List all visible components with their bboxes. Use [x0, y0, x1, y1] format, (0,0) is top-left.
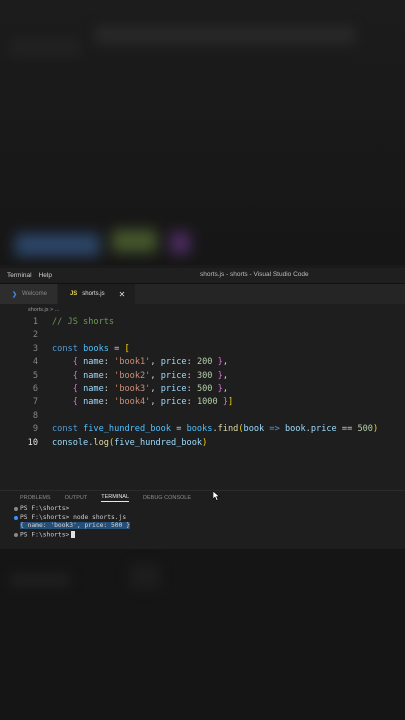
code-token: == [341, 424, 353, 435]
blurred-bar [130, 564, 160, 589]
title-bar: Terminal Help shorts.js - shorts - Visua… [0, 268, 405, 284]
code-token: 'book1' [114, 357, 151, 368]
code-token: console [52, 437, 89, 448]
code-token: price [160, 370, 187, 381]
code-token: 200 [196, 357, 213, 368]
terminal-line: PS F:\shorts> [14, 505, 405, 514]
code-line: 9 const five_hundred_book = books.find(bo… [0, 423, 378, 436]
code-token: 1000 [196, 397, 218, 408]
code-line-current: 10 console.log(five_hundred_book) [0, 437, 208, 450]
status-dot-icon [14, 532, 18, 537]
tab-output[interactable]: OUTPUT [65, 495, 88, 501]
code-token: log [93, 437, 109, 448]
terminal-command: node shorts.js [73, 513, 127, 521]
blurred-background-bottom [0, 549, 405, 720]
terminal[interactable]: PS F:\shorts> PS F:\shorts> node shorts.… [0, 505, 405, 539]
editor-tabs: ❯ Welcome JS shorts.js ✕ [0, 284, 405, 304]
code-line: 7 { name: 'book4', price: 1000 }] [0, 396, 233, 409]
code-token: = [108, 343, 125, 354]
code-editor[interactable]: 1 // JS shorts 2 3 const books = [ 4 { nam… [0, 316, 405, 476]
line-number: 3 [32, 343, 38, 354]
code-token: 500 [196, 384, 213, 394]
close-icon[interactable]: ✕ [119, 290, 126, 299]
breadcrumb[interactable]: shorts.js > ... [0, 304, 405, 315]
line-number: 5 [32, 370, 38, 381]
blurred-chip-green [112, 230, 157, 252]
code-line: 1 // JS shorts [0, 316, 114, 329]
code-token: const [52, 343, 78, 354]
blurred-chip-purple [170, 232, 190, 254]
code-token: book [284, 424, 306, 435]
code-token: 500 [357, 424, 373, 435]
code-line: 6 { name: 'book3', price: 500 }, [0, 383, 228, 396]
code-token: 'book4' [114, 397, 151, 408]
line-number: 1 [32, 317, 38, 327]
tab-debug-console[interactable]: DEBUG CONSOLE [143, 495, 191, 501]
terminal-line: PS F:\shorts> node shorts.js [14, 513, 405, 523]
menu-terminal[interactable]: Terminal [7, 272, 32, 279]
tab-welcome[interactable]: ❯ Welcome [0, 284, 57, 304]
code-token: five_hundred_book [83, 424, 172, 435]
code-token: price [310, 424, 337, 435]
line-number: 7 [32, 397, 38, 408]
mouse-pointer-icon [213, 491, 220, 501]
code-token: five_hundred_book [114, 437, 203, 448]
vscode-icon: ❯ [12, 291, 18, 298]
blurred-chip-blue [15, 234, 100, 256]
code-line: 3 const books = [ [0, 343, 130, 356]
code-line: 8 [0, 410, 52, 423]
code-token: price [160, 397, 187, 408]
terminal-line: PS F:\shorts> [14, 530, 405, 540]
panel-tabs: PROBLEMS OUTPUT TERMINAL DEBUG CONSOLE [0, 491, 405, 505]
line-number: 9 [32, 424, 38, 435]
terminal-prompt: PS F:\shorts> [20, 505, 70, 512]
blurred-title-bar [95, 26, 355, 44]
tab-label: Welcome [22, 291, 47, 297]
code-token: books [83, 343, 109, 354]
bottom-panel: PROBLEMS OUTPUT TERMINAL DEBUG CONSOLE P… [0, 490, 405, 549]
code-token: name [83, 384, 104, 394]
code-token: 'book3' [114, 384, 151, 394]
vscode-window: Terminal Help shorts.js - shorts - Visua… [0, 268, 405, 549]
blurred-bar [10, 38, 80, 56]
text-cursor [71, 530, 76, 538]
code-token: books [186, 424, 213, 435]
line-number: 6 [32, 384, 38, 394]
code-token: name [83, 397, 104, 408]
code-token: price [160, 357, 187, 368]
code-token: book [243, 424, 265, 435]
terminal-prompt: PS F:\shorts> [20, 531, 70, 538]
status-dot-icon [14, 507, 18, 511]
code-token: find [217, 424, 239, 435]
code-token: name [83, 357, 104, 368]
code-line: 4 { name: 'book1', price: 200 }, [0, 356, 228, 369]
tab-problems[interactable]: PROBLEMS [20, 495, 51, 501]
line-number: 2 [32, 330, 38, 341]
terminal-prompt: PS F:\shorts> [20, 513, 70, 521]
code-token: 300 [196, 370, 213, 381]
code-comment: // JS shorts [52, 317, 115, 327]
blurred-bar [10, 574, 70, 586]
code-token: price [160, 384, 187, 394]
status-dot-icon [14, 515, 18, 520]
code-token: const [52, 424, 78, 435]
tab-label: shorts.js [82, 291, 105, 297]
code-token: name [83, 370, 104, 381]
line-number: 10 [27, 437, 38, 448]
terminal-output: { name: 'book3', price: 500 } [20, 522, 130, 529]
menu-help[interactable]: Help [39, 272, 52, 279]
code-token: 'book2' [114, 370, 151, 381]
line-number: 8 [32, 410, 38, 421]
blurred-background-top [0, 0, 405, 265]
code-line: 5 { name: 'book2', price: 300 }, [0, 370, 228, 383]
code-line: 2 [0, 329, 52, 342]
code-token: => [269, 424, 280, 435]
tab-shorts-js[interactable]: JS shorts.js ✕ [57, 284, 136, 304]
line-number: 4 [32, 357, 38, 368]
js-icon: JS [69, 291, 78, 297]
terminal-line: { name: 'book3', price: 500 } [20, 522, 405, 531]
tab-terminal[interactable]: TERMINAL [101, 494, 130, 502]
code-token: [ [124, 343, 130, 354]
window-title: shorts.js - shorts - Visual Studio Code [200, 271, 309, 278]
